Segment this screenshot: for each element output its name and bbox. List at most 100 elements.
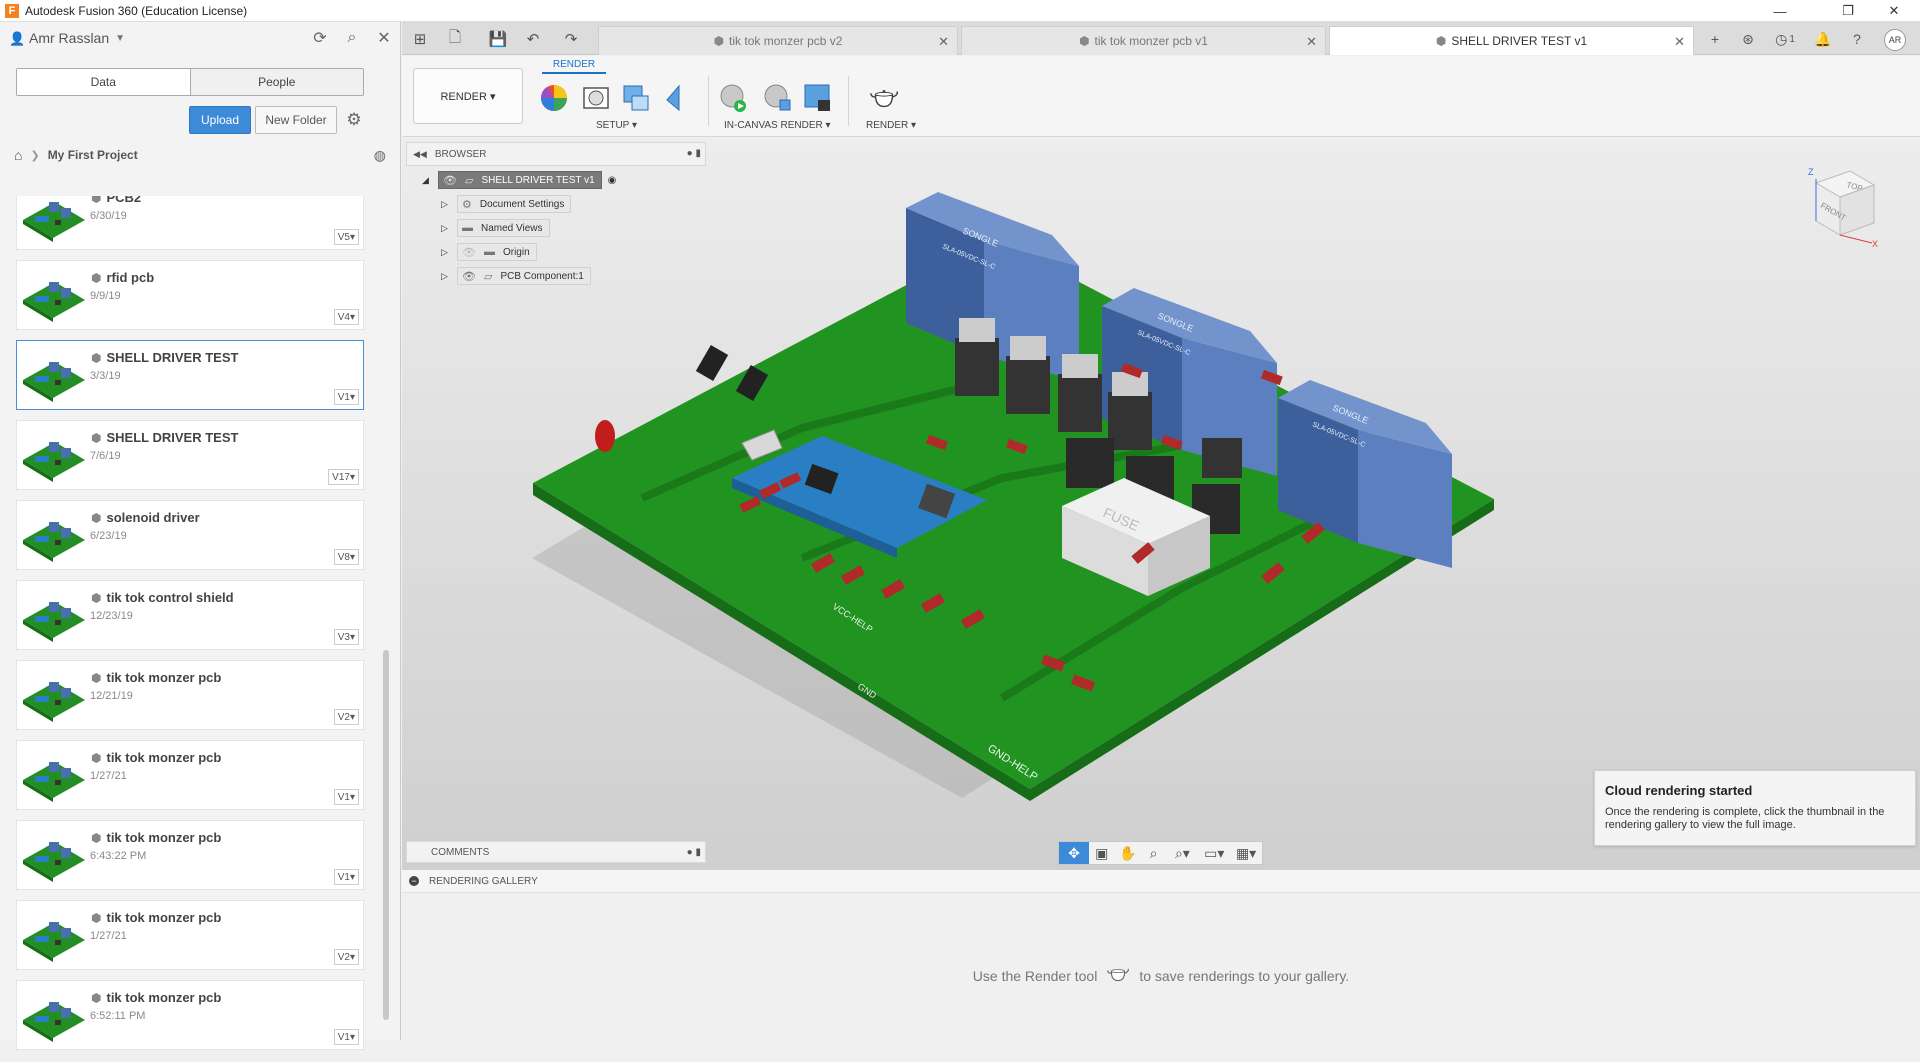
browser-root[interactable]: ◢ 👁 ▱ SHELL DRIVER TEST v1 ◉ bbox=[422, 171, 616, 189]
expanded-triangle-icon[interactable]: ◢ bbox=[422, 175, 432, 186]
render-group-label[interactable]: RENDER ▾ bbox=[866, 120, 916, 131]
eye-icon[interactable]: 👁 bbox=[443, 174, 457, 187]
in-canvas-render-icon[interactable] bbox=[718, 82, 750, 114]
home-icon[interactable]: ⌂ bbox=[14, 147, 22, 163]
view-cube[interactable]: TOP FRONT Z X bbox=[1806, 163, 1880, 249]
browser-node[interactable]: ▬ Named Views bbox=[457, 219, 550, 237]
file-card[interactable]: tik tok control shield 12/23/19 V3▾ bbox=[16, 580, 364, 650]
file-list-scrollbar[interactable] bbox=[383, 650, 389, 1020]
save-icon[interactable]: 💾 bbox=[487, 28, 509, 50]
file-card[interactable]: tik tok monzer pcb 6:43:22 PM V1▾ bbox=[16, 820, 364, 890]
version-dropdown[interactable]: V1 ▾ bbox=[333, 789, 359, 805]
browser-item-named-views[interactable]: ▷ ▬ Named Views bbox=[441, 219, 550, 237]
collapse-gallery-icon[interactable]: − bbox=[409, 876, 419, 886]
zoom-icon[interactable]: ⌕ bbox=[1141, 842, 1167, 864]
file-card[interactable]: PCB2 6/30/19 V5▾ bbox=[16, 196, 364, 250]
version-dropdown[interactable]: V2 ▾ bbox=[333, 709, 359, 725]
tab-render[interactable]: RENDER bbox=[542, 59, 606, 70]
browser-item-document-settings[interactable]: ▷ ⚙ Document Settings bbox=[441, 195, 572, 213]
gear-icon[interactable]: ⚙ bbox=[344, 110, 364, 130]
redo-icon[interactable]: ↷ bbox=[560, 28, 582, 50]
file-card[interactable]: tik tok monzer pcb 1/27/21 V1▾ bbox=[16, 740, 364, 810]
avatar[interactable]: AR bbox=[1884, 29, 1906, 51]
version-dropdown[interactable]: V1 ▾ bbox=[333, 1029, 359, 1045]
appearance-icon[interactable] bbox=[538, 82, 570, 114]
upload-button[interactable]: Upload bbox=[189, 106, 251, 134]
look-at-icon[interactable]: ▣ bbox=[1089, 842, 1115, 864]
pin-icon[interactable]: ● ▮ bbox=[687, 148, 701, 159]
collapsed-triangle-icon[interactable]: ▷ bbox=[441, 223, 451, 234]
tab-data[interactable]: Data bbox=[17, 69, 190, 95]
browser-panel-header[interactable]: ◀◀ BROWSER ● ▮ bbox=[406, 142, 706, 166]
version-dropdown[interactable]: V2 ▾ bbox=[333, 949, 359, 965]
file-card[interactable]: SHELL DRIVER TEST 3/3/19 V1▾ bbox=[16, 340, 364, 410]
new-tab-icon[interactable]: + bbox=[1704, 28, 1726, 50]
eye-hidden-icon[interactable]: 👁 bbox=[462, 246, 476, 259]
browser-item-pcb-component[interactable]: ▷ 👁 ▱ PCB Component:1 bbox=[441, 267, 591, 285]
close-tab-icon[interactable]: ✕ bbox=[1674, 34, 1685, 50]
help-icon[interactable]: ? bbox=[1846, 28, 1868, 50]
texture-map-icon[interactable] bbox=[620, 82, 652, 114]
browser-node[interactable]: 👁 ▬ Origin bbox=[457, 243, 537, 261]
setup-group-label[interactable]: SETUP ▾ bbox=[596, 120, 637, 131]
restore-button[interactable]: ❐ bbox=[1826, 0, 1870, 22]
collapsed-triangle-icon[interactable]: ▷ bbox=[441, 199, 451, 210]
file-card[interactable]: tik tok monzer pcb 12/21/19 V2▾ bbox=[16, 660, 364, 730]
version-dropdown[interactable]: V8 ▾ bbox=[333, 549, 359, 565]
scene-settings-icon[interactable] bbox=[580, 82, 612, 114]
file-menu-icon[interactable]: 🗋 bbox=[444, 28, 466, 50]
version-dropdown[interactable]: V1 ▾ bbox=[333, 389, 359, 405]
new-folder-button[interactable]: New Folder bbox=[255, 106, 337, 134]
workspace-dropdown[interactable]: RENDER ▾ bbox=[413, 68, 523, 124]
eye-icon[interactable]: 👁 bbox=[462, 270, 476, 283]
user-name-dropdown[interactable]: Amr Rasslan bbox=[29, 30, 109, 46]
file-card[interactable]: SHELL DRIVER TEST 7/6/19 V17▾ bbox=[16, 420, 364, 490]
browser-item-origin[interactable]: ▷ 👁 ▬ Origin bbox=[441, 243, 537, 261]
tab-people[interactable]: People bbox=[189, 69, 363, 95]
close-tab-icon[interactable]: ✕ bbox=[938, 34, 949, 50]
viewport-canvas[interactable]: SONGLE SLA-05VDC-SL-C SONGLE SLA-05VDC-S… bbox=[402, 138, 1920, 869]
collapsed-triangle-icon[interactable]: ▷ bbox=[441, 271, 451, 282]
globe-icon[interactable]: ◍ bbox=[374, 147, 386, 164]
doc-tab-2[interactable]: ⬢ SHELL DRIVER TEST v1 ✕ bbox=[1329, 26, 1694, 55]
version-dropdown[interactable]: V17 ▾ bbox=[328, 469, 359, 485]
activate-radio-icon[interactable]: ◉ bbox=[608, 175, 617, 186]
extensions-icon[interactable]: ⊛ bbox=[1737, 28, 1759, 50]
doc-tab-1[interactable]: ⬢ tik tok monzer pcb v1 ✕ bbox=[961, 26, 1326, 55]
minimize-button[interactable]: — bbox=[1758, 0, 1802, 22]
browser-node[interactable]: 👁 ▱ PCB Component:1 bbox=[457, 267, 591, 285]
collapse-icon[interactable]: ◀◀ bbox=[413, 149, 427, 160]
close-tab-icon[interactable]: ✕ bbox=[1306, 34, 1317, 50]
close-window-button[interactable]: ✕ bbox=[1872, 0, 1916, 22]
collapsed-triangle-icon[interactable]: ▷ bbox=[441, 247, 451, 258]
cloud-render-toast[interactable]: Cloud rendering started Once the renderi… bbox=[1594, 770, 1916, 846]
pin-icon[interactable]: ● ▮ bbox=[687, 847, 701, 858]
file-card[interactable]: rfid pcb 9/9/19 V4▾ bbox=[16, 260, 364, 330]
pan-icon[interactable]: ✋ bbox=[1115, 842, 1141, 864]
undo-icon[interactable]: ↶ bbox=[522, 28, 544, 50]
orbit-icon[interactable]: ✥ bbox=[1059, 842, 1089, 864]
capture-image-icon[interactable] bbox=[802, 82, 834, 114]
grid-settings-icon[interactable]: ▦▾ bbox=[1230, 842, 1262, 864]
display-settings-icon[interactable]: ▭▾ bbox=[1198, 842, 1230, 864]
grid-menu-icon[interactable]: ⊞ bbox=[409, 28, 431, 50]
teapot-render-icon[interactable] bbox=[868, 82, 900, 114]
browser-root-node[interactable]: 👁 ▱ SHELL DRIVER TEST v1 bbox=[438, 171, 602, 189]
close-panel-icon[interactable]: ✕ bbox=[374, 28, 394, 48]
chevron-down-icon[interactable]: ▼ bbox=[115, 33, 125, 44]
doc-tab-0[interactable]: ⬢ tik tok monzer pcb v2 ✕ bbox=[598, 26, 958, 55]
fit-icon[interactable]: ⌕▾ bbox=[1166, 842, 1198, 864]
notifications-icon[interactable]: 🔔 bbox=[1812, 28, 1834, 50]
in-canvas-settings-icon[interactable] bbox=[762, 82, 794, 114]
version-dropdown[interactable]: V5 ▾ bbox=[333, 229, 359, 245]
decal-icon[interactable] bbox=[658, 82, 690, 114]
breadcrumb-project[interactable]: My First Project bbox=[48, 148, 138, 162]
in-canvas-render-group-label[interactable]: IN-CANVAS RENDER ▾ bbox=[724, 120, 831, 131]
version-dropdown[interactable]: V1 ▾ bbox=[333, 869, 359, 885]
rendering-gallery-header[interactable]: − RENDERING GALLERY bbox=[402, 869, 1920, 893]
search-icon[interactable]: ⌕ bbox=[342, 28, 362, 48]
version-dropdown[interactable]: V4 ▾ bbox=[333, 309, 359, 325]
job-status-icon[interactable]: ◷ 1 bbox=[1768, 28, 1802, 50]
file-card[interactable]: tik tok monzer pcb 1/27/21 V2▾ bbox=[16, 900, 364, 970]
browser-node[interactable]: ⚙ Document Settings bbox=[457, 195, 572, 213]
